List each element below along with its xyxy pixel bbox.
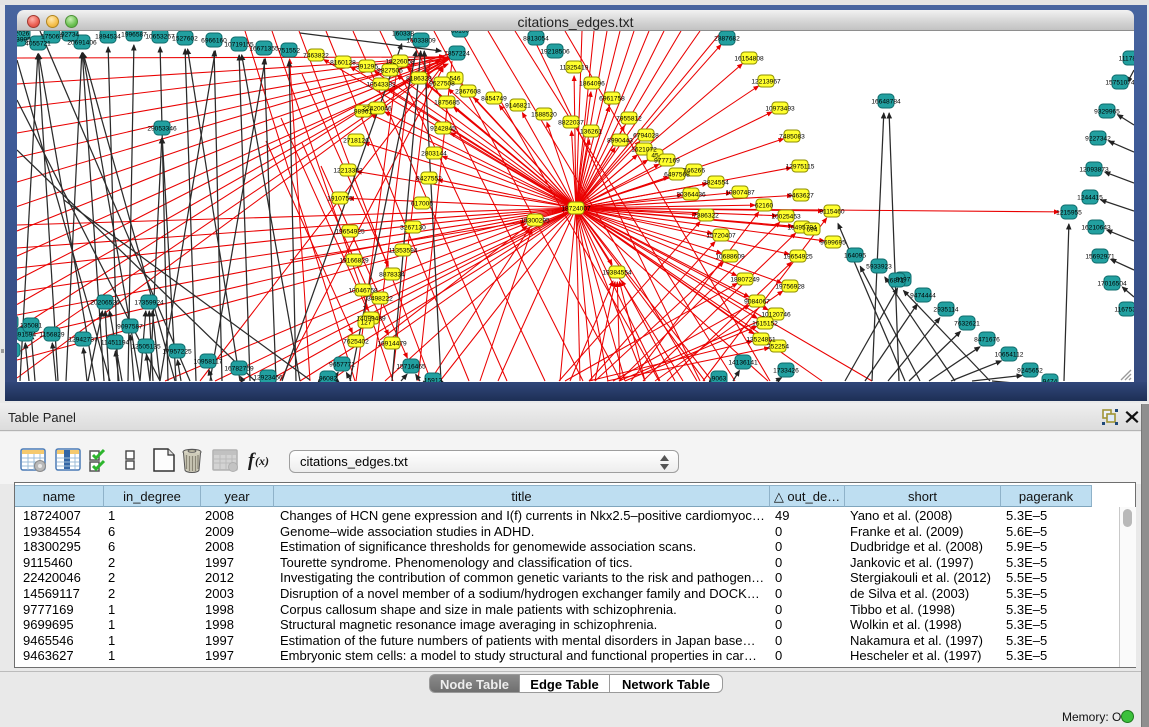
svg-text:9097587: 9097587 <box>117 324 143 331</box>
svg-text:9245652: 9245652 <box>1017 368 1043 375</box>
svg-text:10120746: 10120746 <box>761 312 791 319</box>
svg-text:1733426: 1733426 <box>773 368 799 375</box>
svg-text:16914479: 16914479 <box>377 341 407 348</box>
svg-text:127: 127 <box>360 320 371 327</box>
svg-text:7632621: 7632621 <box>954 321 980 328</box>
svg-text:1167533: 1167533 <box>1114 307 1134 314</box>
svg-text:96082: 96082 <box>319 376 338 383</box>
svg-text:252254: 252254 <box>767 344 789 351</box>
svg-text:18807249: 18807249 <box>730 277 760 284</box>
svg-text:9474: 9474 <box>1043 379 1058 383</box>
svg-text:8878334: 8878334 <box>379 272 405 279</box>
svg-text:14136141: 14136141 <box>728 360 758 367</box>
svg-text:2935114: 2935114 <box>933 307 959 314</box>
svg-text:17016504: 17016504 <box>1097 281 1127 288</box>
svg-text:12505135: 12505135 <box>131 344 161 351</box>
svg-text:10958117: 10958117 <box>194 359 223 366</box>
svg-text:11451194: 11451194 <box>101 340 130 347</box>
svg-text:9657771: 9657771 <box>329 362 355 369</box>
svg-text:12923466: 12923466 <box>253 375 283 382</box>
svg-text:9063: 9063 <box>712 376 727 383</box>
svg-text:9084067: 9084067 <box>744 299 770 306</box>
svg-text:15716465: 15716465 <box>396 364 426 371</box>
svg-text:6871: 6871 <box>890 278 905 285</box>
svg-text:12942737: 12942737 <box>68 337 98 344</box>
svg-text:391594: 391594 <box>17 332 36 339</box>
svg-text:3498222: 3498222 <box>367 296 393 303</box>
svg-text:13524851: 13524851 <box>746 337 776 344</box>
svg-text:19756928: 19756928 <box>775 284 805 291</box>
svg-text:(x): (x) <box>255 454 269 468</box>
svg-text:10654112: 10654112 <box>995 352 1024 359</box>
svg-text:10046758: 10046758 <box>348 288 378 295</box>
svg-text:19384554: 19384554 <box>602 270 632 277</box>
svg-text:15913: 15913 <box>424 378 443 383</box>
svg-text:1615152: 1615152 <box>752 321 778 328</box>
svg-text:20206526: 20206526 <box>90 300 120 307</box>
svg-text:16782759: 16782759 <box>224 366 254 373</box>
svg-text:17957225: 17957225 <box>162 349 192 356</box>
svg-text:7625402: 7625402 <box>343 339 369 346</box>
svg-text:8471676: 8471676 <box>974 337 1000 344</box>
svg-text:1156829: 1156829 <box>39 332 65 339</box>
svg-text:17359924: 17359924 <box>134 300 164 307</box>
svg-text:9474444: 9474444 <box>910 293 936 300</box>
svg-text:135081: 135081 <box>20 323 42 330</box>
